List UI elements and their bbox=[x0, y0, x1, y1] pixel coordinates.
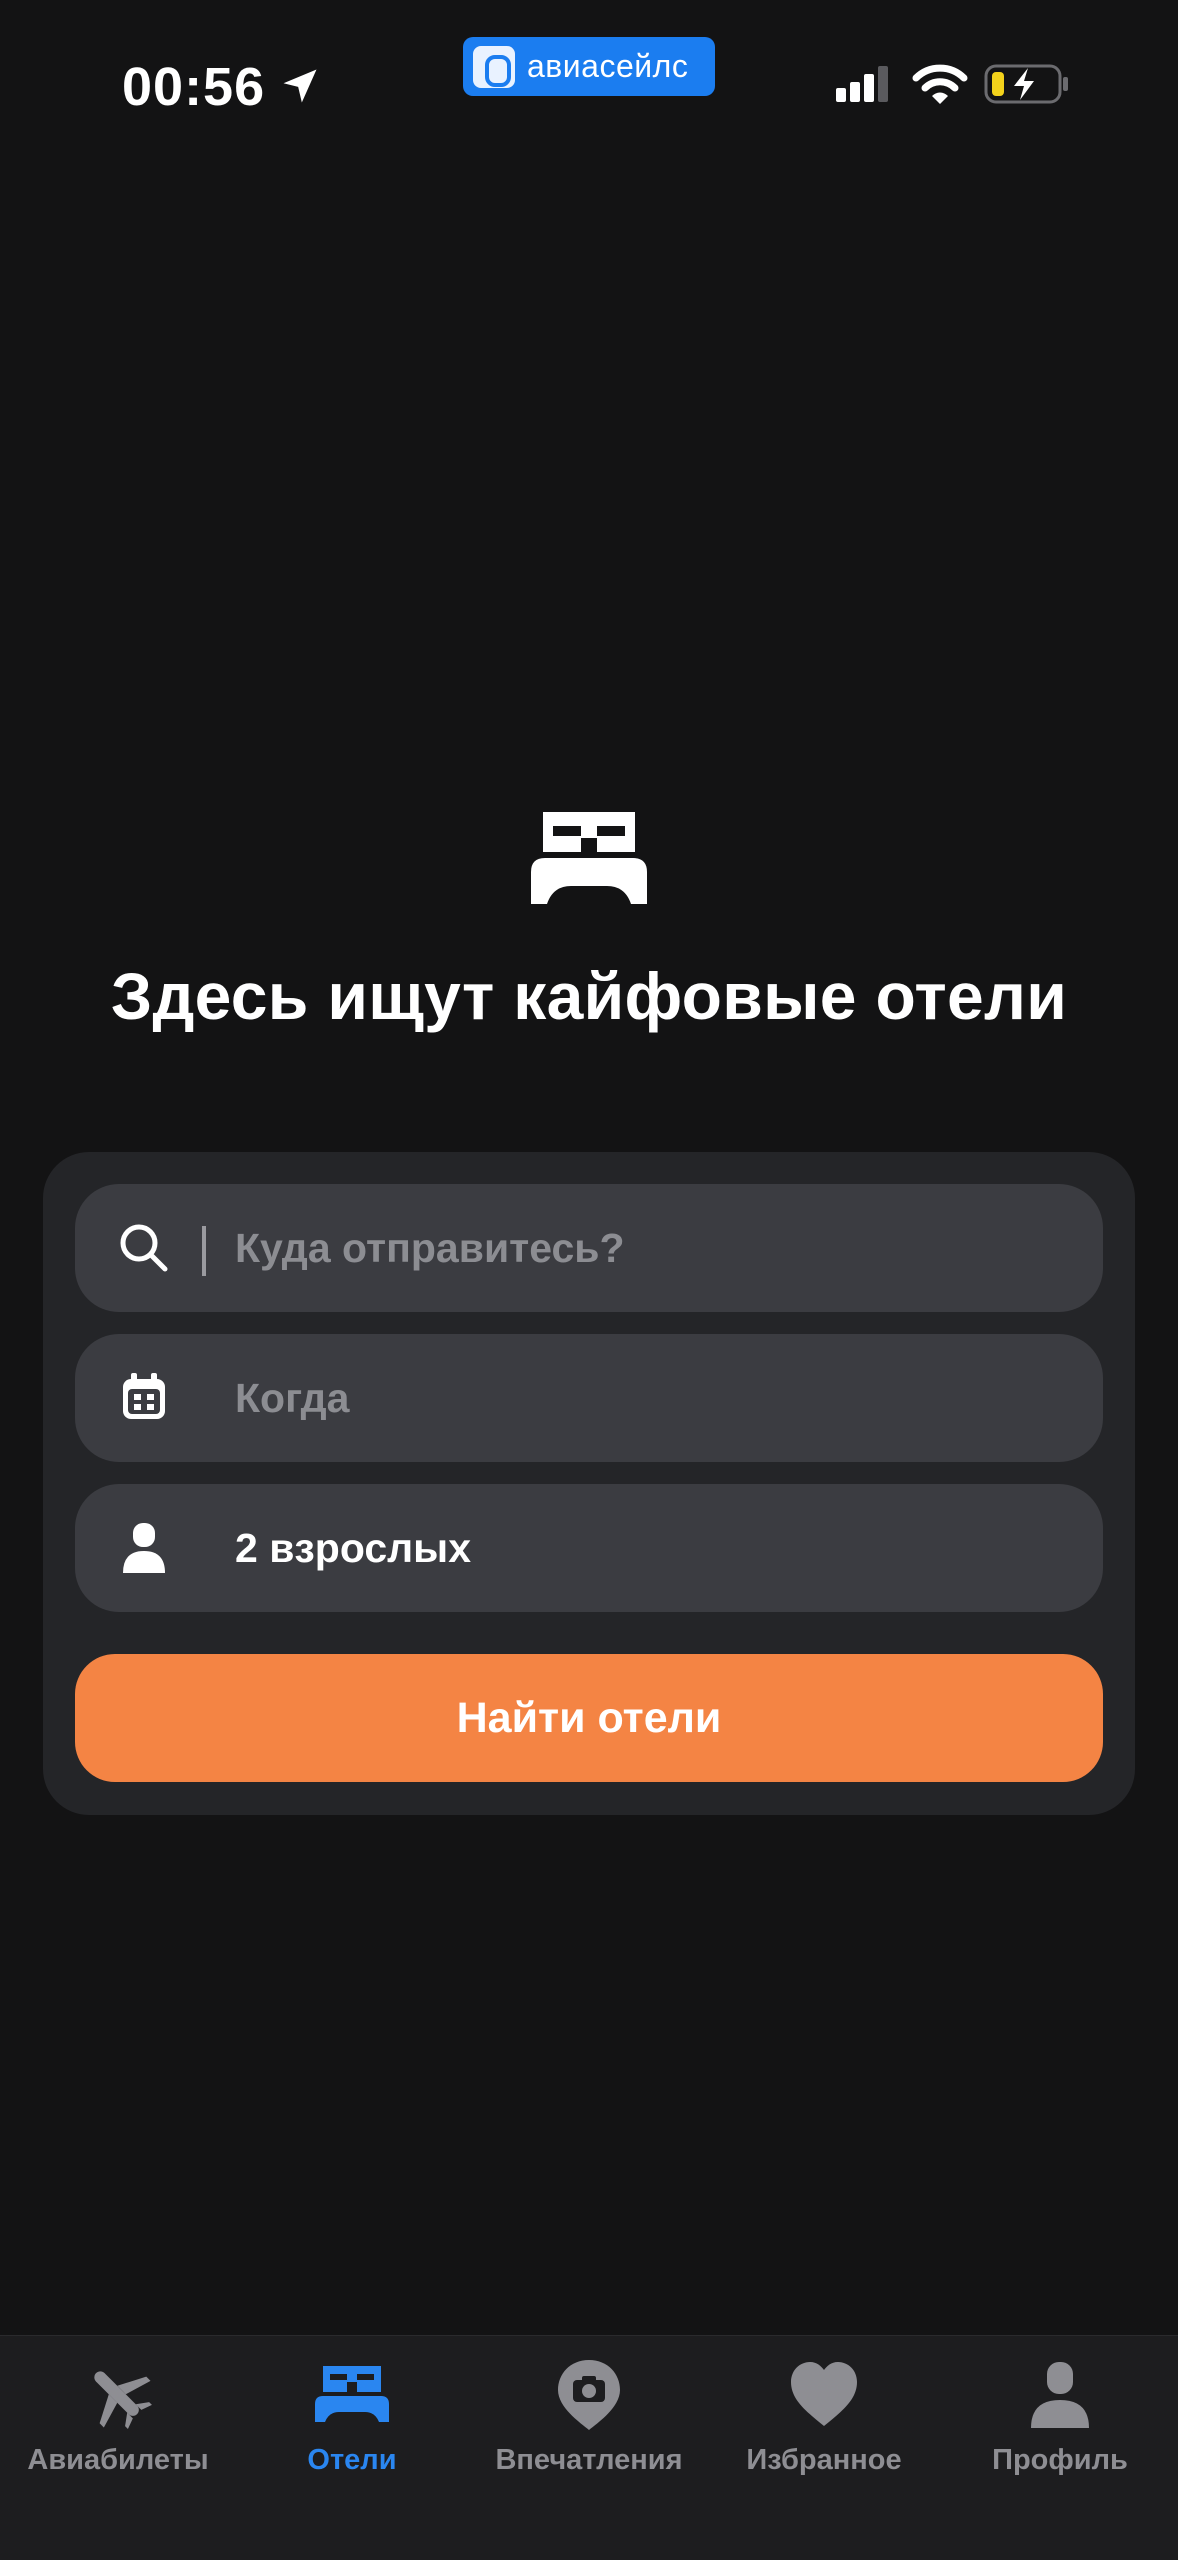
bed-icon bbox=[315, 2366, 389, 2422]
tab-profile[interactable]: Профиль bbox=[942, 2336, 1178, 2560]
aviasales-logo-icon bbox=[473, 45, 515, 88]
tab-experiences-label: Впечатления bbox=[495, 2444, 683, 2476]
search-icon bbox=[120, 1224, 168, 1272]
dates-placeholder: Когда bbox=[235, 1374, 350, 1421]
destination-placeholder: Куда отправитесь? bbox=[235, 1224, 625, 1271]
tab-hotels-label: Отели bbox=[307, 2444, 397, 2476]
tab-favorites-label: Избранное bbox=[746, 2444, 902, 2476]
app-badge[interactable]: авиасейлс bbox=[463, 37, 715, 96]
find-hotels-button[interactable]: Найти отели bbox=[75, 1654, 1103, 1782]
tab-bar: Авиабилеты Отели Впечатления Избранное П… bbox=[0, 2335, 1178, 2560]
airplane-icon bbox=[94, 2371, 152, 2429]
status-bar: 00:56 авиасейлс bbox=[0, 0, 1178, 170]
person-icon bbox=[123, 1523, 165, 1573]
person-icon bbox=[1031, 2362, 1089, 2428]
tab-flights-label: Авиабилеты bbox=[27, 2444, 209, 2476]
tab-hotels[interactable]: Отели bbox=[234, 2336, 470, 2560]
page-title: Здесь ищут кайфовые отели bbox=[110, 959, 1068, 1033]
battery-charging-icon bbox=[984, 64, 1068, 104]
wifi-icon bbox=[912, 64, 968, 104]
tab-experiences[interactable]: Впечатления bbox=[471, 2336, 707, 2560]
destination-field[interactable]: Куда отправитесь? bbox=[75, 1184, 1103, 1312]
app-badge-label: авиасейлс bbox=[527, 48, 689, 84]
map-pin-camera-icon bbox=[558, 2360, 620, 2430]
cellular-signal-icon bbox=[836, 66, 888, 102]
bed-icon bbox=[531, 812, 647, 904]
dates-field[interactable]: Когда bbox=[75, 1334, 1103, 1462]
calendar-icon bbox=[123, 1373, 165, 1419]
hotels-screen: 00:56 авиасейлс Здесь ищут кайфовые отел… bbox=[0, 0, 1178, 2560]
guests-field[interactable]: 2 взрослых bbox=[75, 1484, 1103, 1612]
tab-profile-label: Профиль bbox=[992, 2444, 1128, 2476]
tab-favorites[interactable]: Избранное bbox=[706, 2336, 942, 2560]
status-time: 00:56 bbox=[122, 57, 266, 117]
guests-value: 2 взрослых bbox=[235, 1524, 471, 1571]
text-cursor bbox=[202, 1226, 206, 1276]
heart-icon bbox=[791, 2362, 857, 2426]
tab-flights[interactable]: Авиабилеты bbox=[0, 2336, 236, 2560]
hotel-search-card: Куда отправитесь? Когда 2 взрослых Найти bbox=[43, 1152, 1135, 1815]
location-arrow-icon bbox=[283, 69, 317, 103]
